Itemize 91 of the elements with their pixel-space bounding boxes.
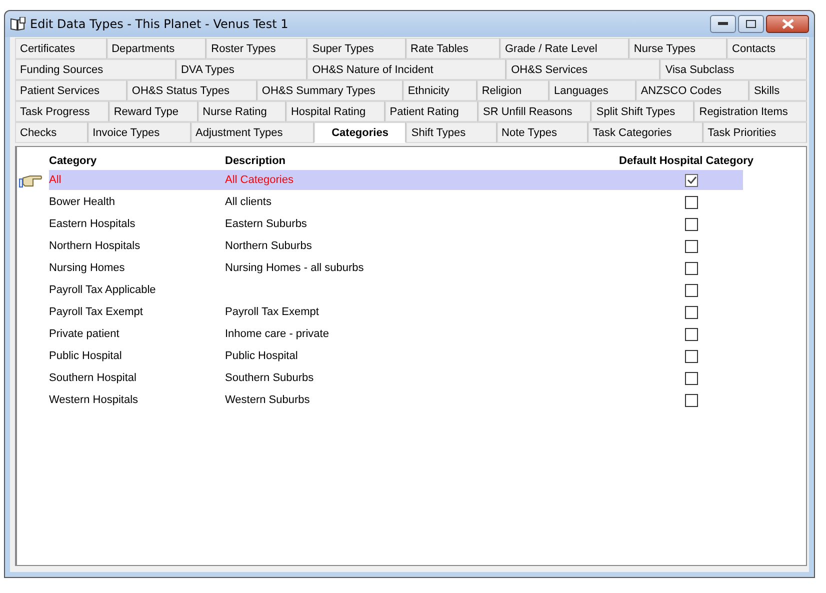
tab[interactable]: Departments [106,38,206,59]
pointing-hand-icon [19,174,43,188]
table-cell: Western Suburbs [225,394,310,406]
checkbox[interactable] [685,372,698,384]
checkbox[interactable] [685,262,698,274]
tab[interactable]: ANZSCO Codes [636,80,749,101]
checkbox[interactable] [685,328,698,340]
checkbox[interactable] [685,306,698,318]
tab[interactable]: Checks [15,122,88,143]
tab[interactable]: Skills [748,80,808,101]
tab[interactable]: Patient Rating [384,101,478,122]
table-cell-text: All [49,174,62,186]
table-cell: All clients [225,196,272,208]
tab[interactable]: Note Types [496,122,588,143]
table-cell-text: Private patient [49,328,120,340]
table-cell-text: Nursing Homes [49,262,126,274]
checkbox[interactable] [685,394,698,406]
table-cell: Inhome care - private [225,328,329,340]
tab[interactable]: Rate Tables [406,38,500,59]
table-cell-text: Western Hospitals [49,394,140,406]
table-cell-text: Eastern Hospitals [49,218,136,230]
table-row[interactable]: Payroll Tax Applicable [49,280,743,300]
checkbox[interactable] [685,284,698,296]
maximize-button[interactable] [738,15,764,33]
checkbox[interactable] [685,240,698,252]
table-row[interactable]: Private patient Inhome care - private [49,324,743,344]
tab[interactable]: OH&S Services [506,59,660,80]
tab[interactable]: Funding Sources [15,59,176,80]
tab[interactable]: DVA Types [176,59,308,80]
table-row[interactable]: Payroll Tax Exempt Payroll Tax Exempt [49,302,743,322]
tab[interactable]: Certificates [15,38,107,59]
tab[interactable]: Roster Types [206,38,308,59]
tab[interactable]: Reward Type [108,101,198,122]
table-cell-text: Northern Hospitals [49,240,142,252]
window-title: Edit Data Types - This Planet - Venus Test 1 [30,17,290,31]
tab[interactable]: Patient Services [15,80,127,101]
checkbox[interactable] [685,350,698,362]
tab[interactable]: Religion [476,80,549,101]
tab[interactable]: SR Unfill Reasons [478,101,592,122]
tab[interactable]: Visa Subclass [660,59,808,80]
table-cell-text: Payroll Tax Applicable [49,284,157,296]
table-cell: Northern Suburbs [225,240,312,252]
table-cell: Eastern Suburbs [225,218,307,230]
tab[interactable]: Adjustment Types [190,122,314,143]
tab[interactable]: OH&S Status Types [126,80,257,101]
tab[interactable]: Ethnicity [402,80,477,101]
column-header: Description [225,155,287,167]
tab[interactable]: Task Priorities [702,122,807,143]
table-cell-text: Bower Health [49,196,116,208]
table-cell-text: Payroll Tax Exempt [49,306,144,318]
maximize-icon [746,20,756,28]
table-cell: All Categories [225,174,294,186]
tab[interactable]: Contacts [727,38,808,59]
tab[interactable]: Categories [314,122,406,143]
tab[interactable]: OH&S Summary Types [256,80,403,101]
checkbox[interactable] [685,218,698,230]
tab[interactable]: Split Shift Types [591,101,694,122]
table-row[interactable]: Western Hospitals Western Suburbs [49,390,743,410]
minimize-button[interactable] [710,15,736,33]
tab[interactable]: Shift Types [406,122,497,143]
column-header: Category [49,155,98,167]
minimize-icon [718,22,728,26]
tab[interactable]: Grade / Rate Level [500,38,629,59]
table-cell: Southern Suburbs [225,372,314,384]
tab[interactable]: Nurse Rating [198,101,286,122]
tab[interactable]: Registration Items [694,101,808,122]
table-row[interactable]: Public Hospital Public Hospital [49,346,743,366]
close-icon [782,19,794,29]
tab[interactable]: OH&S Nature of Incident [307,59,506,80]
book-icon [10,17,26,31]
close-button[interactable] [766,15,809,33]
table-row[interactable]: Southern Hospital Southern Suburbs [49,368,743,388]
column-header: Default Hospital Category [619,155,754,167]
table-cell: Nursing Homes - all suburbs [225,262,364,274]
table-row[interactable]: Northern Hospitals Northern Suburbs [49,236,743,256]
tab[interactable]: Super Types [307,38,406,59]
tab[interactable]: Invoice Types [88,122,191,143]
table-row[interactable]: Nursing Homes Nursing Homes - all suburbs [49,258,743,278]
tab[interactable]: Task Progress [15,101,109,122]
table-cell: Public Hospital [225,350,298,362]
table-cell-text: Public Hospital [49,350,123,362]
table-row[interactable]: Eastern Hospitals Eastern Suburbs [49,214,743,234]
tab[interactable]: Languages [548,80,636,101]
table-cell-text: Southern Hospital [49,372,138,384]
tab[interactable]: Task Categories [588,122,703,143]
tab[interactable]: Nurse Types [628,38,728,59]
table-cell: Payroll Tax Exempt [225,306,319,318]
checkbox[interactable] [685,174,698,186]
table-row[interactable]: Bower Health All clients [49,192,743,212]
tab[interactable]: Hospital Rating [286,101,385,122]
checkbox[interactable] [685,196,698,208]
